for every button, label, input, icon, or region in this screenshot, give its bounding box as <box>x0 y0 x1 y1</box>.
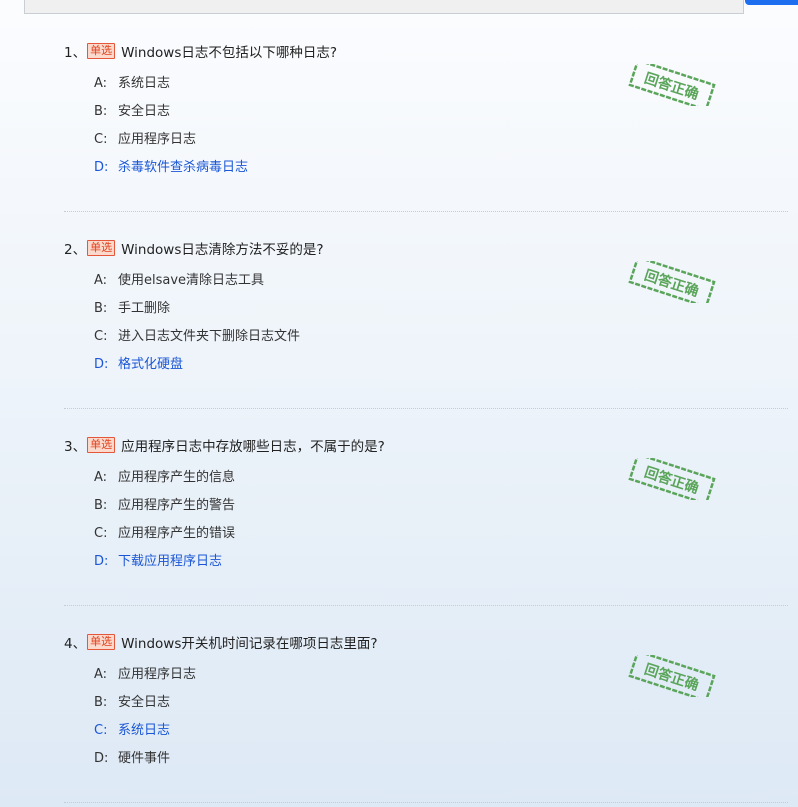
option-d[interactable]: D: 硬件事件 <box>94 745 788 773</box>
divider <box>64 211 788 212</box>
question-title: 1、 单选 Windows日志不包括以下哪种日志? <box>64 40 788 62</box>
option-c-correct[interactable]: C: 系统日志 <box>94 717 788 745</box>
option-d-correct[interactable]: D: 杀毒软件查杀病毒日志 <box>94 154 788 182</box>
option-c[interactable]: C: 应用程序产生的错误 <box>94 520 788 548</box>
question-title: 3、 单选 应用程序日志中存放哪些日志，不属于的是? <box>64 434 788 456</box>
question-text: Windows日志不包括以下哪种日志? <box>121 45 338 61</box>
correct-answer-stamp-icon: 回答正确 <box>628 655 716 697</box>
question-title: 4、 单选 Windows开关机时间记录在哪项日志里面? <box>64 631 788 653</box>
question-number: 3、 <box>64 439 87 455</box>
question-number: 1、 <box>64 45 87 61</box>
question-type-badge: 单选 <box>87 437 116 453</box>
question-number: 2、 <box>64 242 87 258</box>
question-title: 2、 单选 Windows日志清除方法不妥的是? <box>64 237 788 259</box>
question-text: Windows日志清除方法不妥的是? <box>121 242 324 258</box>
question-type-badge: 单选 <box>87 43 116 59</box>
question-item: 1、 单选 Windows日志不包括以下哪种日志? A: 系统日志 B: 安全日志 … <box>64 40 788 182</box>
question-item: 2、 单选 Windows日志清除方法不妥的是? A: 使用elsave清除日志工… <box>64 237 788 379</box>
correct-answer-stamp-icon: 回答正确 <box>628 261 716 303</box>
question-item: 4、 单选 Windows开关机时间记录在哪项日志里面? A: 应用程序日志 B:… <box>64 631 788 773</box>
stamp-text: 回答正确 <box>642 464 701 497</box>
option-d-correct[interactable]: D: 下载应用程序日志 <box>94 548 788 576</box>
option-d-correct[interactable]: D: 格式化硬盘 <box>94 351 788 379</box>
divider <box>64 408 788 409</box>
divider <box>64 605 788 606</box>
stamp-text: 回答正确 <box>642 70 701 103</box>
top-input-box[interactable] <box>24 0 744 14</box>
stamp-text: 回答正确 <box>642 661 701 694</box>
correct-answer-stamp-icon: 回答正确 <box>628 64 716 106</box>
option-c[interactable]: C: 应用程序日志 <box>94 126 788 154</box>
question-item: 3、 单选 应用程序日志中存放哪些日志，不属于的是? A: 应用程序产生的信息 B… <box>64 434 788 576</box>
option-c[interactable]: C: 进入日志文件夹下删除日志文件 <box>94 323 788 351</box>
question-type-badge: 单选 <box>87 634 116 650</box>
question-number: 4、 <box>64 636 87 652</box>
question-text: Windows开关机时间记录在哪项日志里面? <box>121 636 378 652</box>
divider <box>64 802 788 803</box>
question-text: 应用程序日志中存放哪些日志，不属于的是? <box>121 439 385 455</box>
primary-button[interactable] <box>745 0 798 5</box>
correct-answer-stamp-icon: 回答正确 <box>628 458 716 500</box>
stamp-text: 回答正确 <box>642 267 701 300</box>
question-type-badge: 单选 <box>87 240 116 256</box>
